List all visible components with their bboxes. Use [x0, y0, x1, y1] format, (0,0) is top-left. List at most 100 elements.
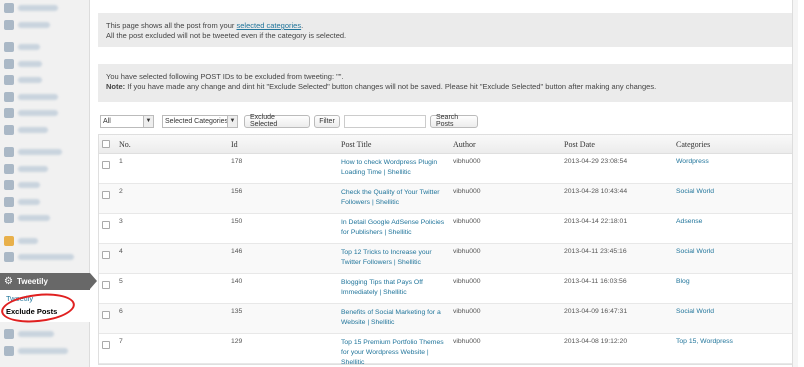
- row-no: 3: [119, 218, 123, 225]
- category-link[interactable]: Social World: [676, 248, 714, 255]
- sidebar-item-jetpack[interactable]: [0, 17, 89, 34]
- jetpack-icon: [4, 19, 14, 30]
- chevron-down-icon: ▼: [143, 115, 153, 127]
- table-body: 1 178 How to check Wordpress Plugin Loadin…: [99, 154, 797, 367]
- sidebar-item-media[interactable]: [0, 56, 89, 73]
- seo-icon: [4, 235, 14, 246]
- row-author: vibhu000: [453, 338, 481, 345]
- pages-icon: [4, 75, 14, 86]
- category-link[interactable]: Blog: [676, 278, 690, 285]
- sidebar-item-extra[interactable]: [0, 326, 90, 343]
- row-no: 6: [119, 308, 123, 315]
- row-date: 2013-04-29 23:08:54: [564, 158, 628, 165]
- row-no: 5: [119, 278, 123, 285]
- row-author: vibhu000: [453, 278, 481, 285]
- row-no: 4: [119, 248, 123, 255]
- table-row: 3 150 In Detail Google AdSense Policies fo…: [99, 214, 797, 244]
- sidebar-item-dashboard[interactable]: [0, 0, 89, 17]
- row-date: 2013-04-28 10:43:44: [564, 188, 628, 195]
- row-checkbox[interactable]: [102, 341, 110, 349]
- gear-icon: ⚙: [4, 275, 13, 287]
- plugins-icon: [4, 163, 14, 174]
- post-title-link[interactable]: How to check Wordpress Plugin Loading Ti…: [341, 158, 449, 178]
- row-date: 2013-04-11 23:45:16: [564, 248, 627, 255]
- exclude-selected-button[interactable]: Exclude Selected: [244, 114, 310, 128]
- selected-categories-link[interactable]: selected categories: [236, 21, 301, 30]
- sidebar-item-tweetily[interactable]: ⚙ Tweetily: [0, 273, 97, 290]
- post-title-link[interactable]: Top 12 Tricks to Increase your Twitter F…: [341, 248, 449, 268]
- sidebar-item-comments[interactable]: [0, 89, 89, 106]
- row-author: vibhu000: [453, 248, 481, 255]
- table-row: 7 129 Top 15 Premium Portfolio Themes for …: [99, 334, 797, 367]
- row-date: 2013-04-14 22:18:01: [564, 218, 628, 225]
- row-checkbox[interactable]: [102, 191, 110, 199]
- vertical-scrollbar[interactable]: [792, 0, 798, 367]
- sidebar-item-settings[interactable]: [0, 210, 89, 227]
- select-all-checkbox[interactable]: [102, 140, 110, 148]
- status-filter-select[interactable]: All ▼: [100, 114, 154, 128]
- table-row: 5 140 Blogging Tips that Pays Off Immediat…: [99, 274, 797, 304]
- plugin-icon: [4, 329, 14, 340]
- row-id: 140: [231, 278, 243, 285]
- appearance-icon: [4, 147, 14, 158]
- media-icon: [4, 58, 14, 69]
- row-no: 1: [119, 158, 123, 165]
- sidebar-item-analytics[interactable]: [0, 249, 89, 266]
- row-checkbox[interactable]: [102, 161, 110, 169]
- column-header-id[interactable]: Id: [231, 140, 238, 149]
- filter-button[interactable]: Filter: [314, 114, 340, 128]
- category-link[interactable]: Top 15, Wordpress: [676, 338, 733, 345]
- users-icon: [4, 180, 14, 191]
- row-no: 7: [119, 338, 123, 345]
- posts-table: No. Id Post Title Author Post Date Categ…: [98, 134, 798, 367]
- column-header-date[interactable]: Post Date: [564, 140, 595, 149]
- sidebar-item-posts[interactable]: [0, 39, 89, 56]
- row-id: 129: [231, 338, 243, 345]
- row-id: 150: [231, 218, 243, 225]
- sidebar-item-appearance[interactable]: [0, 144, 89, 161]
- category-filter-select[interactable]: Selected Categories ▼: [162, 114, 238, 128]
- post-title-link[interactable]: Blogging Tips that Pays Off Immediately …: [341, 278, 449, 298]
- sidebar-item-pages[interactable]: [0, 72, 89, 89]
- posts-icon: [4, 42, 14, 53]
- post-title-link[interactable]: Check the Quality of Your Twitter Follow…: [341, 188, 449, 208]
- category-link[interactable]: Social World: [676, 308, 714, 315]
- column-header-author[interactable]: Author: [453, 140, 476, 149]
- row-date: 2013-04-11 16:03:56: [564, 278, 627, 285]
- category-link[interactable]: Wordpress: [676, 158, 709, 165]
- sidebar-item-related-posts[interactable]: [0, 343, 90, 360]
- sidebar-item-tools[interactable]: [0, 194, 89, 211]
- row-id: 135: [231, 308, 243, 315]
- main-content: This page shows all the post from your s…: [98, 0, 798, 367]
- search-posts-button[interactable]: Search Posts: [430, 114, 478, 128]
- row-no: 2: [119, 188, 123, 195]
- row-checkbox[interactable]: [102, 311, 110, 319]
- sidebar-item-seo[interactable]: [0, 233, 89, 250]
- row-id: 178: [231, 158, 243, 165]
- post-title-link[interactable]: Benefits of Social Marketing for a Websi…: [341, 308, 449, 328]
- row-author: vibhu000: [453, 158, 481, 165]
- info-notice: This page shows all the post from your s…: [98, 13, 798, 47]
- column-header-title[interactable]: Post Title: [341, 140, 449, 150]
- sidebar-item-plugins[interactable]: [0, 161, 89, 178]
- sidebar-item-contact[interactable]: [0, 122, 89, 139]
- row-checkbox[interactable]: [102, 221, 110, 229]
- chevron-down-icon: ▼: [227, 115, 237, 127]
- category-link[interactable]: Social World: [676, 188, 714, 195]
- row-author: vibhu000: [453, 308, 481, 315]
- row-checkbox[interactable]: [102, 251, 110, 259]
- post-title-link[interactable]: In Detail Google AdSense Policies for Pu…: [341, 218, 449, 238]
- column-header-categories[interactable]: Categories: [676, 140, 710, 149]
- contact-icon: [4, 124, 14, 135]
- post-title-link[interactable]: Top 15 Premium Portfolio Themes for your…: [341, 338, 449, 367]
- sidebar-item-feedbacks[interactable]: [0, 105, 89, 122]
- filter-toolbar: All ▼ Selected Categories ▼ Exclude Sele…: [100, 114, 478, 128]
- sidebar-item-users[interactable]: [0, 177, 89, 194]
- category-link[interactable]: Adsense: [676, 218, 702, 225]
- search-input[interactable]: [344, 114, 426, 128]
- related-posts-icon: [4, 345, 14, 356]
- row-author: vibhu000: [453, 188, 481, 195]
- table-row: 6 135 Benefits of Social Marketing for a W…: [99, 304, 797, 334]
- row-checkbox[interactable]: [102, 281, 110, 289]
- column-header-no[interactable]: No.: [119, 140, 131, 149]
